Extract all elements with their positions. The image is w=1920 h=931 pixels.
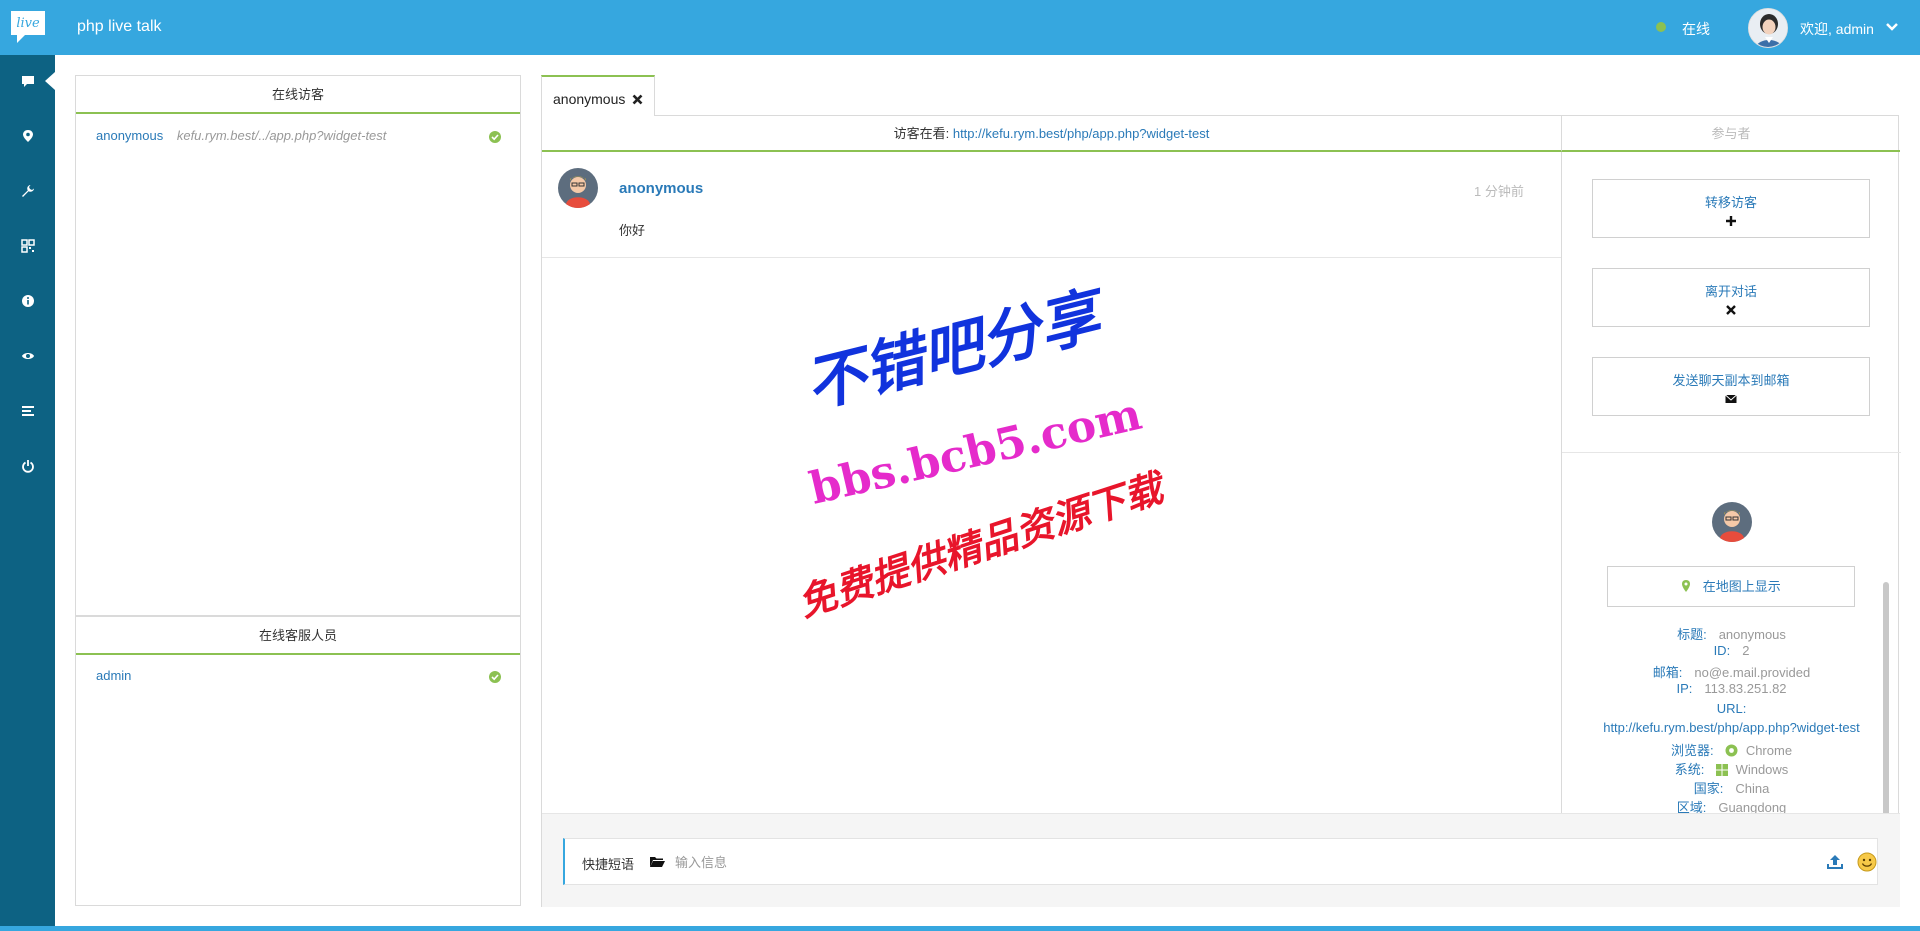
viewing-label: 访客在看: — [893, 126, 950, 141]
panel-title: 在线客服人员 — [76, 617, 520, 655]
info-icon — [21, 295, 34, 307]
map-marker-icon — [1682, 580, 1691, 592]
online-status-dot — [1656, 22, 1666, 32]
nav-info[interactable] — [0, 281, 55, 321]
close-tab-icon[interactable] — [632, 94, 643, 105]
visitor-avatar-icon — [558, 168, 598, 208]
info-country: 国家: China — [1693, 781, 1770, 796]
composer-area: 快捷短语 — [542, 813, 1900, 907]
chevron-down-icon[interactable] — [1885, 20, 1899, 34]
chat-message: anonymous 1 分钟前 你好 — [542, 152, 1561, 258]
nav-visitors[interactable] — [0, 336, 55, 376]
message-text: 你好 — [619, 223, 646, 238]
info-email: 邮箱: no@e.mail.provided — [1652, 665, 1811, 680]
nav-logs[interactable] — [0, 391, 55, 431]
operator-name[interactable]: admin — [96, 668, 131, 683]
app-title: php live talk — [77, 18, 162, 35]
info-ip: IP: 113.83.251.82 — [1676, 681, 1787, 696]
button-label: 在地图上显示 — [1702, 579, 1781, 594]
chat-icon — [21, 76, 34, 87]
chrome-icon — [1725, 744, 1738, 757]
close-icon — [1726, 305, 1736, 315]
sidebar-scrollbar[interactable] — [1883, 582, 1889, 829]
chat-window: 访客在看: http://kefu.rym.best/php/app.php?w… — [541, 116, 1901, 907]
info-title: 标题: anonymous — [1677, 627, 1786, 642]
quick-phrases-button[interactable]: 快捷短语 — [582, 854, 634, 873]
message-author[interactable]: anonymous — [619, 180, 703, 197]
info-id: ID: 2 — [1713, 643, 1750, 658]
visitor-list-item[interactable]: anonymous kefu.rym.best/../app.php?widge… — [96, 128, 386, 143]
online-check-icon — [489, 671, 501, 683]
participants-header: 参与者 — [1561, 116, 1900, 152]
show-on-map-button[interactable]: 在地图上显示 — [1607, 566, 1855, 607]
map-marker-icon — [22, 130, 33, 142]
emoji-icon[interactable] — [1857, 852, 1877, 872]
online-status-text[interactable]: 在线 — [1682, 19, 1710, 39]
nav-map[interactable] — [0, 116, 55, 156]
info-browser: 浏览器: Chrome — [1670, 743, 1793, 758]
power-icon — [21, 460, 34, 473]
nav-qrcode[interactable] — [0, 226, 55, 266]
top-bar: live php live talk 在线 欢迎, admin — [0, 0, 1920, 55]
bottom-accent-line — [0, 926, 1920, 931]
participants-sidebar: 转移访客 离开对话 发送聊天副本到邮箱 在地图上显示 标题:anonymous — [1561, 152, 1901, 815]
nav-logout[interactable] — [0, 446, 55, 486]
message-time: 1 分钟前 — [1474, 184, 1524, 199]
info-os: 系统: Windows — [1674, 762, 1789, 777]
welcome-user[interactable]: 欢迎, admin — [1800, 19, 1874, 39]
leave-chat-button[interactable]: 离开对话 — [1592, 268, 1870, 327]
plus-icon — [1726, 216, 1736, 226]
online-check-icon — [489, 131, 501, 143]
section-divider — [1562, 452, 1901, 453]
viewing-url-link[interactable]: http://kefu.rym.best/php/app.php?widget-… — [953, 126, 1210, 141]
active-indicator — [45, 72, 55, 90]
tab-anonymous[interactable]: anonymous — [541, 75, 656, 117]
qrcode-icon — [20, 239, 35, 253]
online-visitors-panel: 在线访客 anonymous kefu.rym.best/../app.php?… — [75, 75, 521, 616]
panel-title: 在线访客 — [76, 76, 520, 114]
upload-icon[interactable] — [1826, 853, 1844, 871]
eye-icon — [21, 353, 34, 359]
logo-text: live — [16, 16, 40, 31]
chat-tabs: anonymous — [541, 75, 1899, 117]
visitor-avatar-icon — [1712, 502, 1752, 542]
side-navigation — [0, 55, 55, 931]
button-label: 离开对话 — [1704, 284, 1757, 299]
visitor-url: kefu.rym.best/../app.php?widget-test — [176, 128, 387, 143]
email-transcript-button[interactable]: 发送聊天副本到邮箱 — [1592, 357, 1870, 416]
visitor-name[interactable]: anonymous — [96, 128, 163, 143]
user-avatar[interactable] — [1748, 8, 1788, 48]
operator-list-item[interactable]: admin — [96, 668, 131, 683]
folder-open-icon[interactable] — [650, 855, 665, 868]
list-icon — [21, 406, 34, 416]
wrench-icon — [21, 185, 34, 197]
visitor-viewing-bar: 访客在看: http://kefu.rym.best/php/app.php?w… — [542, 116, 1561, 152]
online-operators-panel: 在线客服人员 admin — [75, 616, 521, 906]
message-composer: 快捷短语 — [563, 838, 1878, 885]
nav-settings[interactable] — [0, 171, 55, 211]
envelope-icon — [1725, 394, 1737, 403]
button-label: 发送聊天副本到邮箱 — [1672, 373, 1790, 388]
tab-label: anonymous — [553, 91, 626, 107]
windows-icon — [1715, 764, 1728, 776]
live-logo[interactable]: live — [9, 9, 47, 45]
message-input[interactable] — [675, 849, 1755, 875]
button-label: 转移访客 — [1704, 195, 1757, 210]
info-url-label: URL: — [1716, 701, 1747, 716]
transfer-visitor-button[interactable]: 转移访客 — [1592, 179, 1870, 238]
info-url-link[interactable]: http://kefu.rym.best/php/app.php?widget-… — [1562, 720, 1901, 735]
